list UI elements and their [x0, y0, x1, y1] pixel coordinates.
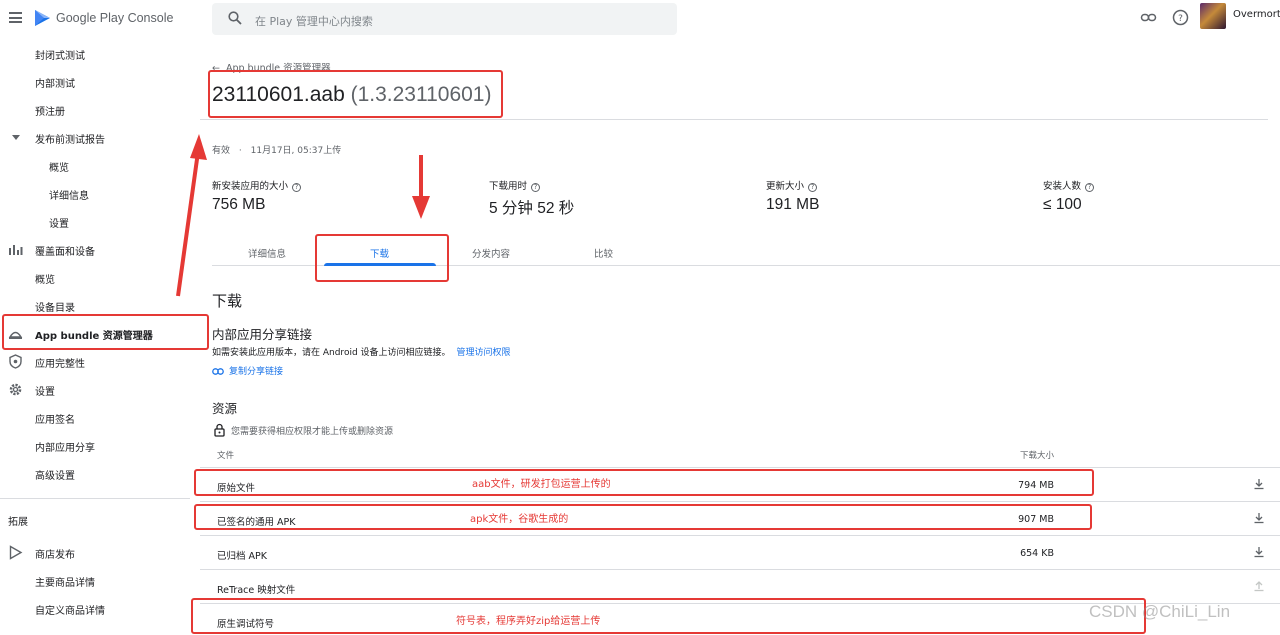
annotation-note-apk: apk文件，谷歌生成的 [470, 514, 569, 525]
share-description: 如需安装此应用版本，请在 Android 设备上访问相应链接。 管理访问权限 [212, 348, 511, 358]
col-header-file: 文件 [217, 451, 235, 461]
sidebar-item-pre-launch-report[interactable]: 发布前测试报告 [0, 128, 190, 148]
status-badge: 有效 [212, 146, 231, 156]
sidebar-item-report-settings[interactable]: 设置 [0, 212, 190, 232]
manage-access-link[interactable]: 管理访问权限 [457, 348, 511, 358]
download-icon[interactable] [1253, 546, 1265, 558]
sidebar-section-grow: 拓展 [8, 517, 28, 528]
play-icon [9, 545, 23, 560]
sidebar-item-custom-store-listings[interactable]: 自定义商品详情 [0, 599, 190, 619]
annotation-box-signed-apk [194, 504, 1092, 530]
resources-heading: 资源 [212, 401, 238, 416]
annotation-note-aab: aab文件，研发打包运营上传的 [472, 479, 611, 490]
stat-download-time: 下载用时? 5 分钟 52 秒 [489, 181, 575, 217]
col-header-size: 下载大小 [1020, 451, 1055, 461]
sidebar-item-reach-overview[interactable]: 概览 [0, 268, 190, 288]
download-icon[interactable] [1253, 478, 1265, 490]
sidebar-item-reach-devices[interactable]: 覆盖面和设备 [0, 240, 190, 260]
sidebar-item-main-store-listing[interactable]: 主要商品详情 [0, 571, 190, 591]
menu-icon[interactable] [9, 12, 22, 23]
stat-update-size: 更新大小? 191 MB [766, 181, 820, 213]
shield-icon [9, 354, 22, 369]
search-icon [228, 11, 242, 25]
tab-details[interactable]: 详细信息 [248, 246, 286, 260]
sidebar-item-app-signing[interactable]: 应用签名 [0, 408, 190, 428]
sidebar-item-app-integrity[interactable]: 应用完整性 [0, 352, 190, 372]
sidebar-item-device-catalog[interactable]: 设备目录 [0, 296, 190, 316]
annotation-box-download-tab [315, 234, 449, 282]
gear-icon [9, 383, 22, 396]
logo-text: Google Play Console [56, 11, 174, 25]
search-bar[interactable]: 在 Play 管理中心内搜索 [212, 3, 677, 35]
lock-icon [214, 423, 225, 437]
sidebar-item-advanced-settings[interactable]: 高级设置 [0, 464, 190, 484]
download-heading: 下载 [212, 292, 243, 310]
user-name[interactable]: Overmorta [1233, 9, 1280, 20]
sidebar-item-pre-registration[interactable]: 预注册 [0, 100, 190, 120]
sidebar-item-details[interactable]: 详细信息 [0, 184, 190, 204]
help-icon[interactable]: ? [292, 183, 302, 192]
help-icon[interactable]: ? [1172, 9, 1189, 26]
table-row: 已归档 APK 654 KB [200, 535, 1280, 569]
download-icon[interactable] [1253, 512, 1265, 524]
sidebar-item-internal-testing[interactable]: 内部测试 [0, 72, 190, 92]
stat-installs: 安装人数? ≤ 100 [1043, 178, 1095, 214]
top-bar: Google Play Console 在 Play 管理中心内搜索 ? Ove… [0, 0, 1280, 38]
annotation-arrowhead-up [190, 134, 207, 160]
sidebar-item-store-presence[interactable]: 商店发布 [0, 543, 190, 563]
sidebar-divider [0, 498, 190, 499]
sidebar-item-closed-testing[interactable]: 封闭式测试 [0, 44, 190, 64]
play-console-logo-icon [35, 10, 50, 26]
stat-install-size: 新安装应用的大小? 756 MB [212, 178, 302, 214]
copy-share-link[interactable]: 复制分享链接 [212, 364, 283, 377]
help-icon[interactable]: ? [1085, 183, 1095, 192]
upload-time: 11月17日, 05:37上传 [250, 146, 342, 156]
sidebar-item-settings[interactable]: 设置 [0, 380, 190, 400]
tab-compare[interactable]: 比较 [594, 246, 613, 260]
tab-distribution[interactable]: 分发内容 [472, 246, 510, 260]
sidebar-item-overview[interactable]: 概览 [0, 156, 190, 176]
caret-down-icon [12, 135, 20, 140]
help-icon[interactable]: ? [808, 183, 818, 192]
help-icon[interactable]: ? [531, 183, 541, 192]
link-icon [212, 368, 224, 375]
search-input[interactable]: 在 Play 管理中心内搜索 [255, 13, 373, 29]
watermark: CSDN @ChiLi_Lin [1089, 602, 1231, 621]
header-divider [200, 119, 1268, 120]
share-link-heading: 内部应用分享链接 [212, 327, 313, 342]
annotation-note-symbols: 符号表，程序弄好zip给运营上传 [456, 616, 601, 627]
avatar[interactable] [1200, 3, 1226, 29]
annotation-box-original-file [194, 469, 1094, 496]
upload-icon [1254, 581, 1264, 592]
svg-text:?: ? [1178, 14, 1183, 24]
link-icon[interactable] [1140, 9, 1157, 26]
sidebar-item-internal-app-sharing[interactable]: 内部应用分享 [0, 436, 190, 456]
annotation-box-debug-symbols [191, 598, 1146, 634]
bar-chart-icon [9, 245, 23, 255]
annotation-box-sidebar [2, 314, 209, 350]
status-line: 有效 · 11月17日, 05:37上传 [212, 143, 341, 156]
status-separator: · [238, 146, 242, 156]
annotation-arrowhead-down [412, 196, 430, 219]
permission-note: 您需要获得相应权限才能上传或删除资源 [214, 423, 393, 437]
annotation-box-title [208, 70, 503, 118]
